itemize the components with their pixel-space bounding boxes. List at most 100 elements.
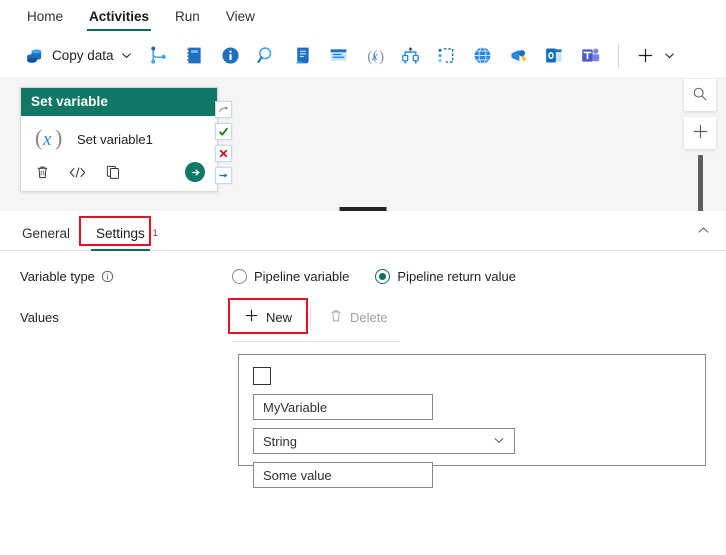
outlook-button[interactable] (538, 40, 572, 72)
switch-icon (400, 45, 422, 67)
toolbar-divider (617, 43, 619, 68)
activity-details-panel: General Settings 1 Variable type Pipelin… (0, 211, 726, 488)
chevron-up-icon (697, 224, 710, 240)
chevron-down-icon[interactable] (120, 45, 134, 67)
values-row: Values New Delete (0, 298, 726, 342)
on-success-connector[interactable] (215, 123, 232, 140)
variable-type-select[interactable]: String (253, 428, 515, 454)
code-view-icon[interactable] (68, 165, 87, 180)
switch-button[interactable] (394, 40, 428, 72)
variable-type-select-value: String (263, 433, 297, 449)
menu-item-label: Home (27, 9, 64, 24)
values-label: Values (20, 309, 59, 325)
webhook-icon (508, 45, 530, 67)
variable-name-input[interactable]: MyVariable (253, 394, 433, 420)
info-icon[interactable] (101, 270, 114, 283)
radio-label: Pipeline return value (397, 269, 516, 284)
notebook-button[interactable] (178, 40, 212, 72)
menu-item-label: Activities (89, 9, 150, 24)
pipeline-canvas[interactable]: Set variable ( x ) Set variable1 (0, 78, 726, 211)
notebook-icon (184, 45, 206, 67)
on-failure-connector[interactable] (215, 145, 232, 162)
svg-text:): ) (55, 125, 62, 150)
chevron-down-icon (493, 434, 505, 449)
new-value-label: New (266, 309, 293, 325)
top-menu-bar: Home Activities Run View (0, 0, 726, 33)
canvas-search-button[interactable] (684, 79, 716, 111)
zoom-slider-track[interactable] (697, 155, 703, 211)
menu-item-run[interactable]: Run (162, 0, 213, 33)
svg-text:): ) (379, 49, 384, 65)
chevron-down-icon[interactable] (663, 45, 677, 67)
delete-activity-icon[interactable] (35, 164, 50, 180)
details-tabstrip: General Settings 1 (0, 211, 726, 251)
lookup-button[interactable] (250, 40, 284, 72)
filter-button[interactable] (430, 40, 464, 72)
delete-value-button[interactable]: Delete (317, 302, 400, 332)
activity-card-body: ( x ) Set variable1 (21, 116, 217, 160)
tab-general[interactable]: General (14, 226, 78, 250)
teams-button[interactable] (574, 40, 608, 72)
collapse-panel-button[interactable] (690, 221, 716, 243)
plus-icon (692, 123, 709, 143)
radio-pipeline-return-value[interactable]: Pipeline return value (375, 269, 516, 284)
script-icon (292, 45, 314, 67)
tab-settings[interactable]: Settings 1 (88, 226, 158, 251)
variable-value-value: Some value (263, 467, 332, 483)
on-skip-connector[interactable] (215, 101, 232, 118)
copy-data-button[interactable]: Copy data (18, 40, 140, 72)
radio-dot (379, 273, 387, 280)
new-value-button[interactable]: New (232, 302, 304, 332)
set-variable-button[interactable]: ( x ( ) (358, 40, 392, 72)
plus-icon (244, 308, 259, 326)
menu-item-home[interactable]: Home (14, 0, 76, 33)
clone-activity-icon[interactable] (105, 164, 121, 180)
stored-procedure-icon (328, 45, 350, 67)
svg-text:x: x (371, 49, 378, 63)
activity-connectors (215, 101, 232, 184)
add-icon (635, 45, 657, 67)
if-condition-button[interactable] (142, 40, 176, 72)
web-button[interactable] (466, 40, 500, 72)
values-command-bar: New Delete (228, 298, 400, 342)
add-activity-button[interactable] (629, 40, 683, 72)
delete-value-label: Delete (350, 309, 388, 325)
search-icon (692, 86, 708, 105)
stored-procedure-button[interactable] (322, 40, 356, 72)
menu-item-activities[interactable]: Activities (76, 0, 162, 33)
variable-type-label: Variable type (20, 269, 95, 284)
variable-name-value: MyVariable (263, 399, 328, 415)
activity-card-name: Set variable1 (77, 132, 153, 147)
settings-form: Variable type Pipeline variable Pipeline… (0, 251, 726, 488)
web-icon (472, 45, 494, 67)
tab-settings-superscript: 1 (152, 228, 158, 239)
activities-toolbar: Copy data (x () (8, 33, 718, 78)
svg-text:(: ( (35, 125, 42, 150)
canvas-tools (684, 79, 716, 211)
svg-text:(: ( (367, 49, 372, 65)
lookup-icon (256, 45, 278, 67)
info-activity-button[interactable] (214, 40, 248, 72)
command-bar-underline (232, 341, 400, 342)
outlook-icon (544, 45, 566, 67)
on-completion-connector[interactable] (215, 167, 232, 184)
activity-card-set-variable[interactable]: Set variable ( x ) Set variable1 (20, 87, 218, 192)
radio-pipeline-variable[interactable]: Pipeline variable (232, 269, 349, 284)
variable-value-input[interactable]: Some value (253, 462, 433, 488)
toolbar-container: Copy data (x () (0, 33, 726, 78)
values-editor-panel: MyVariable String Some value (238, 354, 706, 488)
radio-mark (232, 269, 247, 284)
run-activity-icon[interactable] (185, 162, 205, 182)
variable-type-label-group: Variable type (20, 269, 232, 284)
script-button[interactable] (286, 40, 320, 72)
menu-item-label: Run (175, 9, 200, 24)
tab-label: Settings (96, 226, 145, 241)
command-divider (310, 307, 312, 327)
zoom-in-button[interactable] (684, 117, 716, 149)
value-row-checkbox[interactable] (253, 367, 271, 385)
radio-mark (375, 269, 391, 284)
menu-item-view[interactable]: View (213, 0, 268, 33)
copy-data-icon (24, 45, 46, 67)
webhook-button[interactable] (502, 40, 536, 72)
activity-card-actions (21, 160, 217, 191)
